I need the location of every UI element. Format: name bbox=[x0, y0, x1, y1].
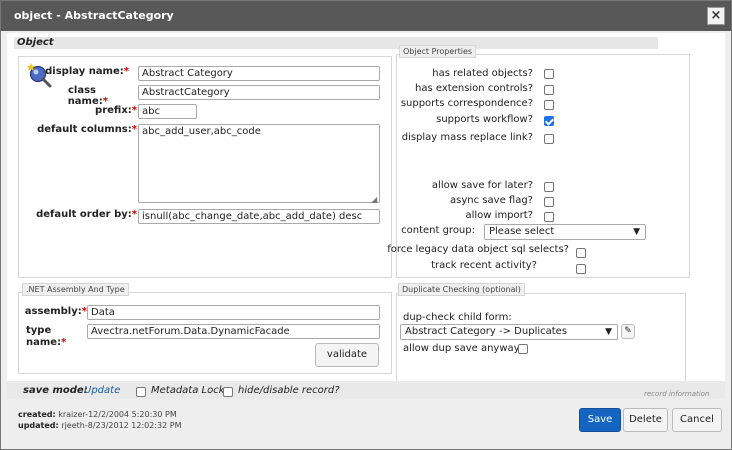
object-properties-legend: Object Properties bbox=[399, 45, 477, 58]
prefix-input[interactable]: abc bbox=[138, 104, 197, 119]
validate-button[interactable]: validate bbox=[315, 343, 379, 367]
supports-workflow-checkbox[interactable] bbox=[544, 116, 554, 126]
object-dialog: object - AbstractCategory × Object displ… bbox=[0, 0, 732, 450]
display-mass-replace-label: display mass replace link? bbox=[401, 132, 533, 143]
hide-record-label: hide/disable record? bbox=[238, 385, 340, 396]
has-related-objects-checkbox[interactable] bbox=[544, 69, 554, 79]
save-button[interactable]: Save bbox=[579, 408, 621, 432]
type-name-label-line2: name:* bbox=[26, 337, 67, 348]
supports-workflow-label: supports workflow? bbox=[436, 114, 533, 125]
object-section-header: Object bbox=[14, 37, 658, 49]
force-legacy-label: force legacy data object sql selects? bbox=[387, 244, 569, 255]
chevron-down-icon: ▼ bbox=[633, 227, 640, 237]
save-mode-value: Update bbox=[84, 385, 121, 396]
content-group-label: content group: bbox=[401, 225, 475, 236]
class-name-label-line1: class bbox=[67, 85, 96, 96]
prefix-label: prefix:* bbox=[95, 105, 137, 116]
type-name-label-line1: type bbox=[26, 325, 52, 336]
assembly-label: assembly:* bbox=[24, 306, 87, 317]
content-group-value: Please select bbox=[489, 226, 555, 237]
has-extension-controls-checkbox[interactable] bbox=[544, 85, 554, 95]
created-meta: created: kraizer-12/2/2004 5:20:30 PM bbox=[18, 410, 177, 419]
close-icon[interactable]: × bbox=[707, 7, 725, 25]
async-save-flag-checkbox[interactable] bbox=[544, 197, 554, 207]
chevron-down-icon: ▼ bbox=[605, 327, 612, 337]
window-title: object - AbstractCategory bbox=[14, 9, 174, 22]
allow-import-checkbox[interactable] bbox=[544, 212, 554, 222]
edit-pencil-icon[interactable]: ✎ bbox=[621, 324, 635, 339]
title-bar: object - AbstractCategory × bbox=[1, 1, 731, 31]
track-recent-label: track recent activity? bbox=[431, 260, 537, 271]
has-related-objects-label: has related objects? bbox=[432, 68, 533, 79]
resize-handle-icon[interactable]: ◢ bbox=[371, 195, 377, 204]
save-mode-label: save mode: bbox=[23, 385, 88, 396]
display-mass-replace-checkbox[interactable] bbox=[544, 134, 554, 144]
default-order-input[interactable]: isnull(abc_change_date,abc_add_date) des… bbox=[138, 209, 380, 224]
allow-save-later-label: allow save for later? bbox=[431, 180, 533, 191]
assembly-legend: .NET Assembly And Type bbox=[22, 283, 129, 296]
async-save-flag-label: async save flag? bbox=[450, 195, 533, 206]
content-group-select[interactable]: Please select ▼ bbox=[484, 224, 646, 240]
supports-correspondence-label: supports correspondence? bbox=[400, 98, 533, 109]
dup-check-child-form-label: dup-check child form: bbox=[403, 312, 512, 323]
allow-dup-save-checkbox[interactable] bbox=[518, 344, 528, 354]
force-legacy-checkbox[interactable] bbox=[576, 248, 586, 258]
dup-check-child-form-select[interactable]: Abstract Category -> Duplicates ▼ bbox=[400, 324, 618, 340]
record-information-link[interactable]: record information bbox=[644, 390, 709, 398]
allow-save-later-checkbox[interactable] bbox=[544, 182, 554, 192]
duplicate-legend: Duplicate Checking (optional) bbox=[398, 283, 525, 296]
track-recent-checkbox[interactable] bbox=[576, 264, 586, 274]
allow-import-label: allow import? bbox=[465, 210, 534, 221]
has-extension-controls-label: has extension controls? bbox=[415, 83, 533, 94]
updated-meta: updated: rjeeth-8/23/2012 12:02:32 PM bbox=[18, 421, 182, 430]
display-name-input[interactable]: Abstract Category bbox=[138, 66, 380, 81]
class-name-input[interactable]: AbstractCategory bbox=[138, 85, 380, 100]
dup-check-child-form-value: Abstract Category -> Duplicates bbox=[405, 326, 568, 337]
default-order-label: default order by:* bbox=[36, 209, 137, 220]
assembly-input[interactable]: Data bbox=[87, 305, 380, 320]
supports-correspondence-checkbox[interactable] bbox=[544, 100, 554, 110]
default-columns-label: default columns:* bbox=[37, 124, 137, 135]
delete-button[interactable]: Delete bbox=[623, 408, 668, 432]
display-name-label: display name:* bbox=[45, 66, 129, 77]
hide-record-checkbox[interactable] bbox=[223, 387, 233, 397]
metadata-lock-label: Metadata Lock bbox=[151, 385, 225, 396]
default-columns-textarea[interactable]: abc_add_user,abc_code bbox=[138, 124, 380, 203]
allow-dup-save-label: allow dup save anyway? bbox=[403, 343, 525, 354]
cancel-button[interactable]: Cancel bbox=[672, 408, 722, 432]
type-name-input[interactable]: Avectra.netForum.Data.DynamicFacade bbox=[87, 324, 380, 339]
metadata-lock-checkbox[interactable] bbox=[136, 387, 146, 397]
